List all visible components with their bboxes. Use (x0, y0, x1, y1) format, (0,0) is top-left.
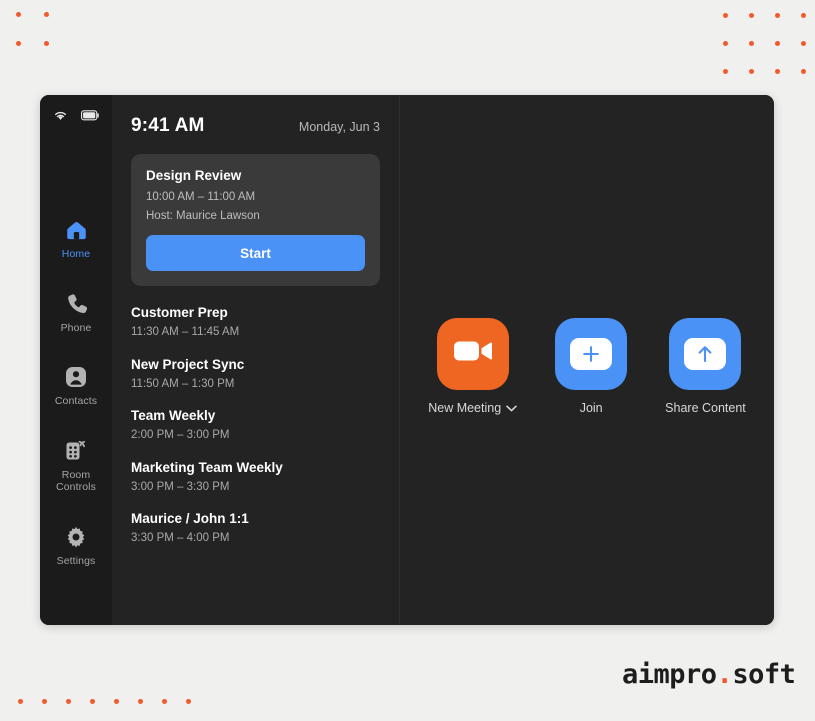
dot (162, 699, 167, 704)
dot (749, 41, 754, 46)
decorative-dots-top-right (723, 13, 815, 97)
gear-icon (65, 525, 87, 549)
meeting-host: Host: Maurice Lawson (146, 210, 260, 222)
meeting-time: 11:50 AM – 1:30 PM (131, 377, 235, 390)
list-item[interactable]: Customer Prep 11:30 AM – 11:45 AM (131, 305, 380, 338)
meeting-title: Marketing Team Weekly (131, 459, 283, 475)
sidebar-item-settings[interactable]: Settings (40, 525, 112, 568)
join-tile[interactable] (555, 317, 628, 390)
meeting-time: 3:30 PM – 4:00 PM (131, 532, 230, 544)
dot (16, 12, 21, 17)
dot (723, 41, 728, 46)
dot (749, 13, 754, 18)
dot (44, 41, 49, 46)
sidebar-item-label: Home (61, 248, 91, 260)
dot (138, 699, 143, 704)
dot (42, 699, 47, 704)
chevron-down-icon[interactable] (506, 401, 517, 415)
join-button[interactable]: Join (555, 317, 628, 415)
meeting-time: 2:00 PM – 3:00 PM (131, 429, 230, 441)
phone-icon (66, 292, 87, 316)
action-label: Share Content (665, 400, 746, 415)
sidebar-nav: Home Phone Contacts Room Controls Settin… (40, 218, 112, 567)
decorative-dots-bottom-left (18, 699, 210, 709)
list-item[interactable]: Marketing Team Weekly 3:00 PM – 3:30 PM (131, 460, 380, 493)
sidebar-item-home[interactable]: Home (40, 218, 112, 261)
featured-meeting-card[interactable]: Design Review 10:00 AM – 11:00 AM Host: … (131, 154, 380, 286)
home-icon (65, 218, 88, 242)
meeting-time: 10:00 AM – 11:00 AM (146, 191, 256, 203)
sidebar-item-room-controls[interactable]: Room Controls (40, 439, 112, 494)
start-button[interactable]: Start (146, 235, 365, 271)
dot (775, 13, 780, 18)
dot (775, 41, 780, 46)
date-label: Monday, Jun 3 (298, 120, 380, 134)
dot (16, 41, 21, 46)
list-item[interactable]: Maurice / John 1:1 3:30 PM – 4:00 PM (131, 511, 380, 544)
plus-icon (570, 337, 613, 370)
dot (66, 699, 71, 704)
status-bar (40, 104, 112, 130)
meeting-title: Customer Prep (131, 305, 228, 320)
dot (723, 69, 728, 74)
video-camera-icon (453, 338, 493, 369)
clock: 9:41 AM (131, 115, 205, 136)
stage-panel: New Meeting Join Share Content (400, 95, 774, 625)
action-label: Join (579, 400, 603, 415)
logo-dot: . (716, 659, 733, 690)
action-label-row: Join (580, 401, 603, 415)
schedule-panel: 9:41 AM Monday, Jun 3 Design Review 10:0… (112, 95, 400, 625)
dot (749, 69, 754, 74)
page-root: Home Phone Contacts Room Controls Settin… (0, 0, 815, 721)
dot (44, 12, 49, 17)
list-item[interactable]: New Project Sync 11:50 AM – 1:30 PM (131, 357, 380, 390)
action-label: New Meeting (428, 400, 502, 415)
dot (801, 13, 806, 18)
sidebar-item-label: Contacts (54, 395, 98, 407)
decorative-dots-top-left (16, 12, 72, 70)
schedule-header: 9:41 AM Monday, Jun 3 (131, 115, 380, 137)
sidebar-item-label: Settings (56, 554, 96, 567)
dot (18, 699, 23, 704)
meeting-title: Team Weekly (131, 408, 216, 423)
action-label-row: New Meeting (428, 401, 517, 415)
list-item[interactable]: Team Weekly 2:00 PM – 3:00 PM (131, 408, 380, 441)
action-label-row: Share Content (665, 401, 746, 415)
dot (90, 699, 95, 704)
wifi-icon (53, 108, 68, 126)
meeting-time: 3:00 PM – 3:30 PM (131, 480, 230, 493)
action-buttons: New Meeting Join Share Content (428, 317, 746, 415)
dot (723, 13, 728, 18)
meeting-title: Design Review (146, 168, 242, 183)
logo-part2: soft (732, 659, 796, 690)
sidebar-item-phone[interactable]: Phone (40, 292, 112, 335)
room-controls-icon (64, 439, 88, 463)
dot (114, 699, 119, 704)
sidebar-item-label: Room Controls (56, 468, 96, 494)
new-meeting-button[interactable]: New Meeting (428, 317, 517, 415)
dot (775, 69, 780, 74)
meeting-time: 11:30 AM – 11:45 AM (131, 326, 240, 338)
logo-part1: aimpro (622, 659, 717, 690)
meeting-title: New Project Sync (131, 356, 245, 372)
sidebar-item-label: Phone (60, 321, 92, 334)
device-frame: Home Phone Contacts Room Controls Settin… (40, 95, 774, 625)
dot (801, 69, 806, 74)
upload-arrow-icon (684, 337, 727, 370)
dot (186, 699, 191, 704)
share-content-tile[interactable] (669, 317, 742, 390)
sidebar-item-contacts[interactable]: Contacts (40, 365, 112, 408)
battery-icon (80, 108, 100, 126)
share-content-button[interactable]: Share Content (665, 317, 746, 415)
meeting-title: Maurice / John 1:1 (131, 511, 249, 526)
contacts-icon (65, 365, 87, 389)
dot (801, 41, 806, 46)
brand-logo: aimpro.soft (622, 659, 796, 690)
new-meeting-tile[interactable] (436, 317, 509, 390)
sidebar: Home Phone Contacts Room Controls Settin… (40, 95, 112, 625)
